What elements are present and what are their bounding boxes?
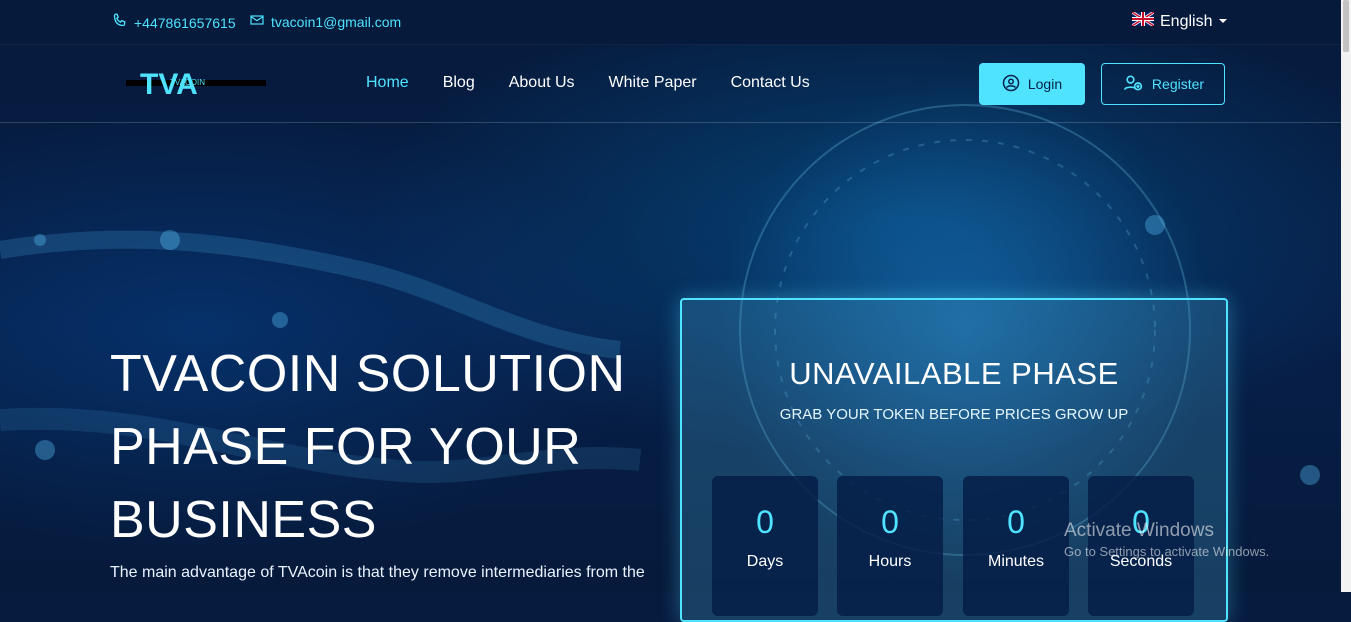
nav-home[interactable]: Home xyxy=(366,74,409,92)
phase-subtitle: GRAB YOUR TOKEN BEFORE PRICES GROW UP xyxy=(779,406,1129,423)
email-address: tvacoin1@gmail.com xyxy=(271,13,402,30)
caret-down-icon xyxy=(1218,13,1228,31)
register-button[interactable]: Register xyxy=(1101,63,1225,105)
nav-about-us[interactable]: About Us xyxy=(509,74,575,92)
hero-title-line-3: BUSINESS xyxy=(110,491,377,549)
phone-contact[interactable]: +447861657615 xyxy=(110,12,236,33)
nav-menu: Home Blog About Us White Paper Contact U… xyxy=(366,74,810,92)
nav-blog[interactable]: Blog xyxy=(443,74,475,92)
mail-icon xyxy=(249,12,265,31)
phone-number: +447861657615 xyxy=(134,14,236,31)
countdown-label: Hours xyxy=(868,553,912,570)
countdown-value: 0 xyxy=(881,504,899,540)
page-scrollbar[interactable] xyxy=(1341,0,1351,592)
scrollbar-thumb[interactable] xyxy=(1343,0,1349,52)
watermark-line-2: Go to Settings to activate Windows. xyxy=(1064,544,1270,559)
language-selector[interactable]: English xyxy=(1131,10,1228,31)
login-button[interactable]: Login xyxy=(979,63,1085,105)
main-navigation: TVA TVACOIN Home Blog About Us White Pap… xyxy=(0,44,1341,123)
countdown-days: 0 Days xyxy=(712,476,818,616)
top-contact-bar: +447861657615 tvacoin1@gmail.com English xyxy=(0,0,1341,45)
countdown-value: 0 xyxy=(756,504,774,540)
tva-logo[interactable]: TVA TVACOIN xyxy=(126,66,266,101)
countdown-label: Minutes xyxy=(987,553,1045,570)
nav-contact-us[interactable]: Contact Us xyxy=(731,74,810,92)
user-icon xyxy=(1002,74,1020,95)
nav-white-paper[interactable]: White Paper xyxy=(609,74,697,92)
svg-text:TVACOIN: TVACOIN xyxy=(170,78,205,87)
uk-flag-icon xyxy=(1131,10,1155,31)
countdown-value: 0 xyxy=(1007,504,1025,540)
login-label: Login xyxy=(1027,76,1063,92)
email-contact[interactable]: tvacoin1@gmail.com xyxy=(249,12,401,31)
phase-title: UNAVAILABLE PHASE xyxy=(789,356,1119,391)
user-plus-icon xyxy=(1122,73,1144,96)
windows-activation-watermark: Activate Windows Go to Settings to activ… xyxy=(1064,520,1269,559)
countdown-hours: 0 Hours xyxy=(837,476,943,616)
hero-title-line-1: TVACOIN SOLUTION xyxy=(110,345,626,403)
phase-card: UNAVAILABLE PHASE GRAB YOUR TOKEN BEFORE… xyxy=(680,298,1228,622)
countdown-minutes: 0 Minutes xyxy=(963,476,1069,616)
register-label: Register xyxy=(1151,76,1205,92)
phone-icon xyxy=(110,12,128,33)
countdown-label: Days xyxy=(746,553,784,570)
watermark-line-1: Activate Windows xyxy=(1064,520,1214,541)
language-label: English xyxy=(1160,12,1213,30)
hero-description: The main advantage of TVAcoin is that th… xyxy=(110,564,645,581)
hero-title: TVACOIN SOLUTION PHASE FOR YOUR BUSINESS xyxy=(110,338,630,557)
hero-title-line-2: PHASE FOR YOUR xyxy=(110,418,582,476)
